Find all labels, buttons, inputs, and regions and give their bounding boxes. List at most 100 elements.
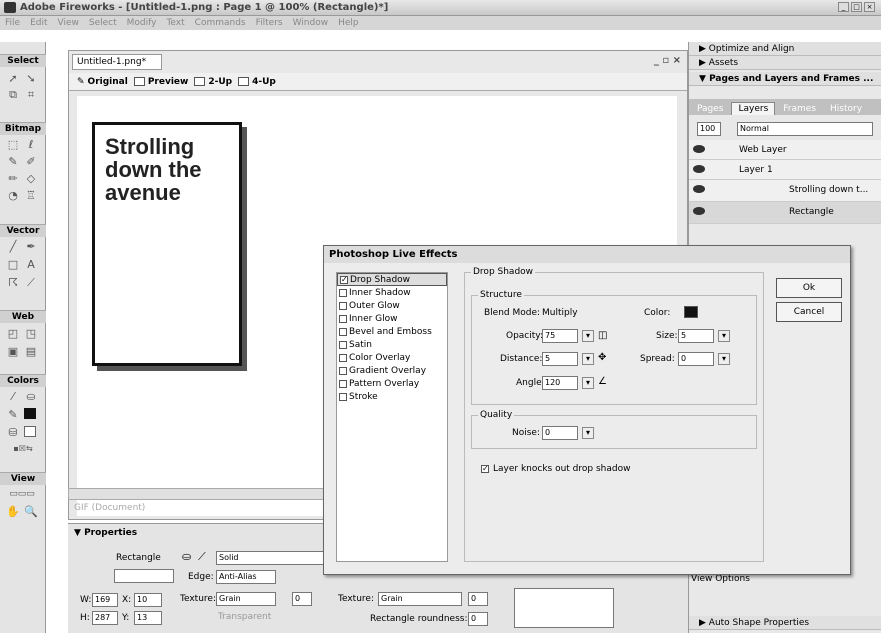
effect-checkbox[interactable] [339, 301, 347, 310]
stroke-texture-amount[interactable]: 0 [468, 592, 488, 606]
blend-mode-select[interactable]: Normal [737, 122, 873, 136]
fill-type-select[interactable]: Solid [216, 551, 326, 565]
visibility-eye-icon[interactable] [693, 185, 705, 193]
effect-checkbox[interactable] [339, 366, 347, 375]
marquee-tool-icon[interactable]: ⬚ [6, 138, 20, 151]
minimize-button[interactable]: _ [838, 2, 849, 12]
layer-row-web[interactable]: Web Layer [689, 140, 881, 160]
layer-row-layer1[interactable]: Layer 1 [689, 160, 881, 180]
line-tool-icon[interactable]: ╱ [6, 240, 20, 253]
angle-field[interactable]: 120 [542, 376, 578, 390]
canvas-text[interactable]: Strolling down the avenue [105, 135, 235, 204]
fill-color-icon[interactable]: ⛁ [6, 426, 20, 439]
layer-opacity-field[interactable]: 100 [697, 122, 721, 136]
rectangle-tool-icon[interactable]: □ [6, 258, 20, 271]
ok-button[interactable]: Ok [776, 278, 842, 298]
lasso-tool-icon[interactable]: ℓ [24, 138, 38, 151]
panel-optimize-align[interactable]: ▶ Optimize and Align [689, 42, 881, 56]
paint-bucket-tool-icon[interactable]: ⛀ [24, 390, 38, 403]
texture-select[interactable]: Grain [216, 592, 276, 606]
layer-row-text[interactable]: Strolling down t... [689, 180, 881, 202]
stroke-color-icon[interactable]: ✎ [6, 408, 20, 421]
maximize-button[interactable]: □ [851, 2, 862, 12]
zoom-tool-icon[interactable]: 🔍 [24, 505, 38, 518]
scale-tool-icon[interactable]: ⧉ [6, 88, 20, 101]
effect-checkbox[interactable] [339, 353, 347, 362]
opacity-field[interactable]: 75 [542, 329, 578, 343]
tab-history[interactable]: History [824, 103, 868, 115]
effect-checkbox[interactable] [339, 327, 347, 336]
knife-tool-icon[interactable]: ⟋ [24, 276, 38, 289]
spread-field[interactable]: 0 [678, 352, 714, 366]
distance-dropdown[interactable]: ▾ [582, 353, 594, 365]
eyedropper-tool-icon[interactable]: ⁄ [6, 390, 20, 403]
slice-tool-icon[interactable]: ◳ [24, 327, 38, 340]
stroke-texture-select[interactable]: Grain [378, 592, 462, 606]
hide-slices-icon[interactable]: ▣ [6, 345, 20, 358]
effect-checkbox[interactable] [339, 379, 347, 388]
tab-frames[interactable]: Frames [777, 103, 822, 115]
canvas-rectangle[interactable]: Strolling down the avenue [92, 122, 242, 366]
document-window-controls[interactable]: _ ▫ × [654, 55, 681, 66]
pencil-tool-icon[interactable]: ✏ [6, 172, 20, 185]
show-slices-icon[interactable]: ▤ [24, 345, 38, 358]
cancel-button[interactable]: Cancel [776, 302, 842, 322]
angle-dropdown[interactable]: ▾ [582, 377, 594, 389]
tab-preview[interactable]: Preview [133, 77, 188, 87]
size-dropdown[interactable]: ▾ [718, 330, 730, 342]
pointer-tool-icon[interactable]: ➚ [6, 72, 20, 85]
text-tool-icon[interactable]: A [24, 258, 38, 271]
pen-tool-icon[interactable]: ✒ [24, 240, 38, 253]
move-icon[interactable]: ✥ [598, 352, 606, 363]
spread-dropdown[interactable]: ▾ [718, 353, 730, 365]
knockout-checkbox[interactable]: ✓ [481, 465, 489, 473]
effect-item[interactable]: Satin [337, 338, 447, 351]
close-button[interactable]: × [864, 2, 875, 12]
eraser-tool-icon[interactable]: ◇ [24, 172, 38, 185]
effect-item[interactable]: Inner Glow [337, 312, 447, 325]
properties-header[interactable]: ▼ Properties [74, 528, 137, 538]
layer-row-rectangle[interactable]: Rectangle [689, 202, 881, 224]
rubber-stamp-tool-icon[interactable]: ♖ [24, 189, 38, 202]
opacity-dropdown[interactable]: ▾ [582, 330, 594, 342]
hand-tool-icon[interactable]: ✋ [6, 505, 20, 518]
menu-commands[interactable]: Commands [195, 16, 246, 30]
menu-modify[interactable]: Modify [127, 16, 157, 30]
crop-tool-icon[interactable]: ⌗ [24, 88, 38, 101]
effect-item[interactable]: ✓ Drop Shadow [337, 273, 447, 286]
opacity-slider-icon[interactable]: ◫ [598, 330, 607, 341]
tab-original[interactable]: ✎ Original [77, 77, 128, 87]
width-field[interactable]: 169 [92, 593, 118, 607]
fill-color-button-icon[interactable]: ⟋ [198, 550, 206, 564]
fill-bucket-icon[interactable]: ⛀ [182, 550, 191, 563]
menu-window[interactable]: Window [293, 16, 329, 30]
effect-checkbox[interactable] [339, 340, 347, 349]
filters-list[interactable] [514, 588, 614, 628]
shadow-color-swatch[interactable] [684, 306, 698, 318]
hotspot-tool-icon[interactable]: ◰ [6, 327, 20, 340]
menu-text[interactable]: Text [166, 16, 184, 30]
screen-mode-icons[interactable]: ▭▭▭ [2, 488, 42, 501]
magic-wand-tool-icon[interactable]: ✎ [6, 155, 20, 168]
edge-select[interactable]: Anti-Alias [216, 570, 276, 584]
effect-item[interactable]: Pattern Overlay [337, 377, 447, 390]
visibility-eye-icon[interactable] [693, 207, 705, 215]
menu-select[interactable]: Select [89, 16, 117, 30]
effect-item[interactable]: Inner Shadow [337, 286, 447, 299]
menu-view[interactable]: View [58, 16, 79, 30]
panel-assets[interactable]: ▶ Assets [689, 56, 881, 70]
effect-item[interactable]: Outer Glow [337, 299, 447, 312]
x-field[interactable]: 10 [134, 593, 162, 607]
stroke-color-swatch[interactable] [24, 408, 36, 419]
effect-item[interactable]: Stroke [337, 390, 447, 403]
view-options-link[interactable]: View Options [691, 574, 750, 584]
effect-checkbox[interactable] [339, 314, 347, 323]
tab-2up[interactable]: 2-Up [194, 77, 232, 87]
noise-field[interactable]: 0 [542, 426, 578, 440]
fill-color-swatch[interactable] [24, 426, 36, 437]
panel-auto-shape[interactable]: ▶ Auto Shape Properties [689, 616, 881, 630]
effect-item[interactable]: Gradient Overlay [337, 364, 447, 377]
texture-amount-field[interactable]: 0 [292, 592, 312, 606]
menu-edit[interactable]: Edit [30, 16, 47, 30]
document-tab[interactable]: Untitled-1.png* [72, 54, 162, 70]
